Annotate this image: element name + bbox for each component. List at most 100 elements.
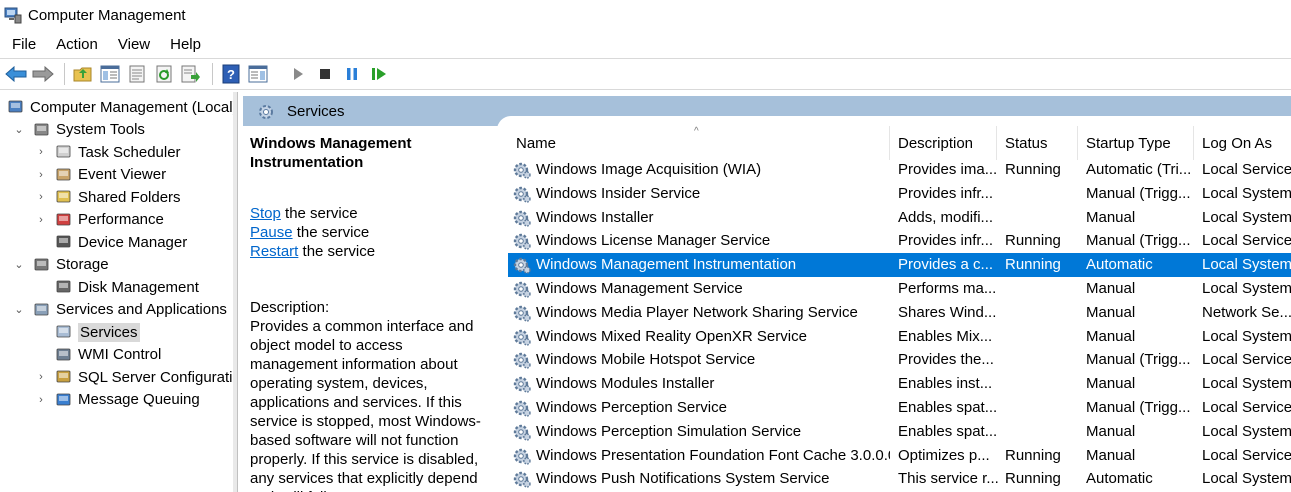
service-startup-type-cell: Manual (Trigg... — [1086, 351, 1191, 369]
collapsed-chevron-icon[interactable]: › — [34, 371, 48, 383]
pause-service-icon[interactable] — [340, 62, 364, 86]
tree-item[interactable]: › Event Viewer — [34, 164, 166, 186]
service-gear-icon — [512, 231, 532, 251]
window-title: Computer Management — [28, 6, 186, 24]
column-header-log-on-as[interactable]: Log On As — [1194, 126, 1291, 160]
service-name-cell: Windows Insider Service — [512, 182, 890, 206]
service-row[interactable]: Windows Management Instrumentation Provid… — [508, 253, 1291, 278]
tree-item[interactable]: ⌄ Storage — [12, 254, 108, 276]
service-description-cell: Adds, modifi... — [898, 208, 994, 226]
console-tree: Computer Management (Local) ⌄ System Tools… — [0, 92, 238, 492]
service-description-cell: Enables spat... — [898, 399, 998, 416]
up-folder-icon[interactable] — [71, 62, 95, 86]
computer-management-app-icon — [4, 6, 22, 24]
service-gear-icon — [512, 184, 532, 204]
expanded-chevron-icon[interactable]: ⌄ — [12, 123, 26, 136]
service-log-on-as-cell: Local Service — [1202, 161, 1291, 178]
tree-item[interactable]: ⌄ System Tools — [12, 119, 145, 141]
description-label: Description: — [250, 299, 330, 316]
sql-server-configuration-icon — [54, 367, 74, 387]
export-list-icon[interactable] — [179, 62, 203, 86]
service-gear-icon — [512, 422, 532, 442]
service-name: Windows Image Acquisition (WIA) — [536, 161, 762, 178]
service-name-cell: Windows Installer — [512, 206, 890, 230]
service-row[interactable]: Windows Image Acquisition (WIA) Provides … — [508, 158, 1291, 182]
service-log-on-as-cell: Local System — [1202, 375, 1291, 393]
show-hide-tree-icon[interactable] — [98, 62, 122, 86]
tree-item[interactable]: › Task Scheduler — [34, 141, 180, 163]
column-header-status[interactable]: Status — [997, 126, 1078, 160]
service-name-cell: Windows Modules Installer — [512, 372, 890, 396]
menu-file[interactable]: File — [0, 36, 44, 53]
service-row[interactable]: Windows Mixed Reality OpenXR Service Enab… — [508, 325, 1291, 349]
menu-help[interactable]: Help — [158, 36, 209, 53]
collapsed-chevron-icon[interactable]: › — [34, 169, 48, 181]
collapsed-chevron-icon[interactable]: › — [34, 146, 48, 158]
service-row[interactable]: Windows Management Service Performs ma...… — [508, 277, 1291, 301]
service-row[interactable]: Windows Installer Adds, modifi... Manual Lo… — [508, 206, 1291, 230]
service-row[interactable]: Windows Mobile Hotspot Service Provides t… — [508, 348, 1291, 372]
tree-item[interactable]: › Message Queuing — [34, 389, 200, 411]
tree-item-label: SQL Server Configuratio — [78, 368, 238, 386]
resume-service-icon[interactable] — [367, 62, 391, 86]
service-gear-icon — [512, 374, 532, 394]
show-hide-action-pane-icon[interactable] — [246, 62, 270, 86]
expanded-chevron-icon[interactable]: ⌄ — [12, 258, 26, 271]
tree-item[interactable]: › Shared Folders — [34, 186, 180, 208]
service-row[interactable]: Windows Media Player Network Sharing Ser… — [508, 301, 1291, 325]
properties-icon[interactable] — [125, 62, 149, 86]
column-header-description[interactable]: Description — [890, 126, 997, 160]
menu-view[interactable]: View — [106, 36, 158, 53]
sort-ascending-icon: ^ — [694, 126, 699, 137]
service-name-cell: Windows Image Acquisition (WIA) — [512, 158, 890, 182]
forward-icon[interactable] — [31, 62, 55, 86]
tree-item[interactable]: › Performance — [34, 209, 164, 231]
stop-link-suffix: the service — [280, 205, 358, 222]
tree-item[interactable]: Device Manager — [34, 231, 187, 253]
tree-item[interactable]: ⌄ Services and Applications — [12, 299, 227, 321]
tree-item[interactable]: WMI Control — [34, 344, 161, 366]
service-row[interactable]: Windows Push Notifications System Servic… — [508, 467, 1291, 491]
tree-item[interactable]: Computer Management (Local) — [6, 96, 237, 118]
service-description-cell: Optimizes p... — [898, 446, 990, 464]
menu-action[interactable]: Action — [44, 36, 106, 53]
tree-item[interactable]: Services — [34, 321, 140, 343]
service-row[interactable]: Windows License Manager Service Provides … — [508, 229, 1291, 253]
service-name: Windows Management Service — [536, 280, 743, 297]
service-gear-icon — [512, 446, 532, 466]
service-row[interactable]: Windows Perception Simulation Service Ena… — [508, 420, 1291, 444]
start-service-icon[interactable] — [286, 62, 310, 86]
service-name-cell: Windows Perception Service — [512, 396, 890, 420]
column-header-name[interactable]: Name ^ — [508, 126, 890, 160]
performance-icon — [54, 210, 74, 230]
tree-scrollbar[interactable] — [233, 92, 237, 492]
service-description-cell: Provides the... — [898, 351, 994, 369]
refresh-icon[interactable] — [152, 62, 176, 86]
pause-link[interactable]: Pause — [250, 224, 293, 241]
service-name-cell: Windows Mobile Hotspot Service — [512, 348, 890, 372]
collapsed-chevron-icon[interactable]: › — [34, 394, 48, 406]
service-row[interactable]: Windows Presentation Foundation Font Cac… — [508, 444, 1291, 468]
restart-link[interactable]: Restart — [250, 243, 298, 260]
column-header-status-label: Status — [1005, 134, 1048, 152]
service-name: Windows Insider Service — [536, 184, 701, 202]
service-row[interactable]: Windows Insider Service Provides infr... M… — [508, 182, 1291, 206]
expanded-chevron-icon[interactable]: ⌄ — [12, 303, 26, 316]
tree-item[interactable]: Disk Management — [34, 276, 199, 298]
service-status-cell: Running — [1005, 232, 1061, 250]
service-row[interactable]: Windows Modules Installer Enables inst...… — [508, 372, 1291, 396]
column-header-log-on-as-label: Log On As — [1202, 134, 1273, 152]
service-row[interactable]: Windows Perception Service Enables spat..… — [508, 396, 1291, 420]
service-description-cell: Provides ima... — [898, 161, 998, 178]
stop-link[interactable]: Stop — [250, 205, 281, 222]
service-gear-icon — [512, 160, 532, 180]
collapsed-chevron-icon[interactable]: › — [34, 214, 48, 226]
column-header-startup-type[interactable]: Startup Type — [1078, 126, 1194, 160]
collapsed-chevron-icon[interactable]: › — [34, 191, 48, 203]
tree-item[interactable]: › SQL Server Configuratio — [34, 366, 238, 388]
service-name: Windows Installer — [536, 208, 654, 226]
help-icon[interactable]: ? — [219, 62, 243, 86]
back-icon[interactable] — [4, 62, 28, 86]
stop-service-icon[interactable] — [313, 62, 337, 86]
service-log-on-as-cell: Local Service — [1202, 446, 1291, 464]
